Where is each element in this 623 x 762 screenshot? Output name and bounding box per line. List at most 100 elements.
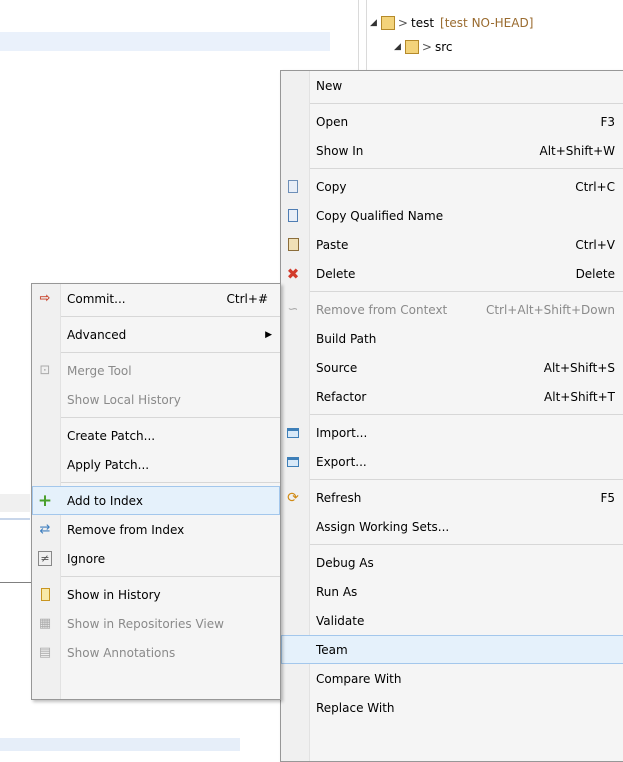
menu-item-label: Commit... [67, 291, 126, 306]
menu-item-team[interactable]: Team [281, 635, 623, 664]
menu-item-label: Import... [316, 425, 368, 440]
menu-item-shortcut: Ctrl+Alt+Shift+Down [485, 302, 615, 317]
menu-item-shortcut: F5 [600, 490, 615, 505]
menu-item-label: Compare With [316, 671, 402, 686]
menu-item-show-in-history[interactable]: Show in History [32, 580, 280, 609]
folder-name: src [434, 40, 453, 54]
menu-item-refresh[interactable]: ⟳ Refresh F5 [281, 483, 623, 512]
remove-from-index-icon: ⇄ [39, 522, 51, 537]
menu-item-compare-with[interactable]: Compare With [281, 664, 623, 693]
menu-item-delete[interactable]: ✖ Delete Delete [281, 259, 623, 288]
menu-item-label: Advanced [67, 327, 127, 342]
annotations-icon: ▤ [38, 645, 52, 660]
menu-item-validate[interactable]: Validate [281, 606, 623, 635]
menu-separator [32, 576, 280, 577]
menu-item-show-in[interactable]: Show In Alt+Shift+W [281, 136, 623, 165]
source-folder-icon [404, 40, 419, 54]
menu-item-build-path[interactable]: Build Path [281, 324, 623, 353]
menu-item-label: Run As [316, 584, 358, 599]
import-icon [285, 425, 301, 441]
tree-item-project[interactable]: ◢ > test [test NO-HEAD] [370, 14, 533, 32]
menu-item-shortcut: Ctrl+V [575, 237, 615, 252]
package-explorer [330, 0, 623, 70]
menu-item-label: Source [316, 360, 358, 375]
menu-item-label: Show in Repositories View [67, 616, 224, 631]
menu-item-label: Build Path [316, 331, 377, 346]
menu-separator [32, 482, 280, 483]
menu-item-label: Replace With [316, 700, 395, 715]
menu-separator [32, 352, 280, 353]
remove-context-icon: ∽ [287, 302, 299, 317]
menu-separator [32, 417, 280, 418]
menu-item-label: Delete [316, 266, 356, 281]
menu-item-assign-working-sets[interactable]: Assign Working Sets... [281, 512, 623, 541]
submenu-arrow-icon: ▶ [265, 329, 272, 340]
menu-item-label: Refresh [316, 490, 362, 505]
menu-item-shortcut: Ctrl+C [575, 179, 615, 194]
menu-item-label: Remove from Context [316, 302, 448, 317]
menu-item-export[interactable]: Export... [281, 447, 623, 476]
menu-item-add-to-index[interactable]: + Add to Index [32, 486, 280, 515]
menu-separator [281, 544, 623, 545]
menu-item-label: Remove from Index [67, 522, 185, 537]
menu-item-open[interactable]: Open F3 [281, 107, 623, 136]
menu-item-source[interactable]: Source Alt+Shift+S [281, 353, 623, 382]
repositories-view-icon: ▦ [38, 616, 52, 631]
menu-item-label: Add to Index [67, 493, 143, 508]
menu-separator [281, 103, 623, 104]
refresh-icon: ⟳ [287, 489, 299, 506]
menu-item-label: Create Patch... [67, 428, 156, 443]
add-to-index-icon: + [37, 490, 53, 511]
menu-item-import[interactable]: Import... [281, 418, 623, 447]
menu-item-shortcut: Alt+Shift+W [539, 143, 616, 158]
menu-item-commit[interactable]: ⇨ Commit... Ctrl+# [32, 284, 280, 313]
menu-item-copy[interactable]: Copy Ctrl+C [281, 172, 623, 201]
menu-item-label: Show Local History [67, 392, 181, 407]
menu-item-show-local-history[interactable]: Show Local History [32, 385, 280, 414]
menu-item-remove-from-context[interactable]: ∽ Remove from Context Ctrl+Alt+Shift+Down [281, 295, 623, 324]
ignore-icon: ≠ [38, 551, 52, 566]
menu-item-label: Team [316, 642, 348, 657]
menu-item-label: Copy Qualified Name [316, 208, 444, 223]
menu-item-show-annotations[interactable]: ▤ Show Annotations [32, 638, 280, 667]
menu-item-new[interactable]: New [281, 71, 623, 100]
merge-tool-icon: ⊡ [39, 363, 51, 378]
menu-separator [32, 316, 280, 317]
menu-item-label: Paste [316, 237, 349, 252]
explorer-guide-line [366, 0, 367, 70]
menu-item-refactor[interactable]: Refactor Alt+Shift+T [281, 382, 623, 411]
menu-item-shortcut: Delete [575, 266, 615, 281]
menu-separator [281, 479, 623, 480]
menu-item-ignore[interactable]: ≠ Ignore [32, 544, 280, 573]
project-icon [380, 16, 395, 30]
menu-item-remove-from-index[interactable]: ⇄ Remove from Index [32, 515, 280, 544]
menu-item-create-patch[interactable]: Create Patch... [32, 421, 280, 450]
menu-item-label: Apply Patch... [67, 457, 150, 472]
tree-item-src[interactable]: ◢ > src [394, 38, 453, 56]
menu-item-label: Assign Working Sets... [316, 519, 450, 534]
copy-icon [285, 179, 301, 195]
context-menu: New Open F3 Show In Alt+Shift+W Copy Ctrl+C Cop… [280, 70, 623, 762]
expanded-arrow-icon[interactable]: ◢ [394, 42, 401, 52]
menu-item-debug-as[interactable]: Debug As [281, 548, 623, 577]
menu-separator [281, 414, 623, 415]
menu-item-apply-patch[interactable]: Apply Patch... [32, 450, 280, 479]
menu-item-shortcut: Alt+Shift+T [544, 389, 615, 404]
menu-item-copy-qualified-name[interactable]: Copy Qualified Name [281, 201, 623, 230]
view-tab-strip [0, 494, 30, 512]
menu-item-label: Show In [316, 143, 364, 158]
menu-item-show-in-repositories-view[interactable]: ▦ Show in Repositories View [32, 609, 280, 638]
menu-separator [281, 291, 623, 292]
menu-item-label: Debug As [316, 555, 374, 570]
view-border [0, 518, 30, 520]
project-decoration: [test NO-HEAD] [440, 16, 534, 30]
menu-item-run-as[interactable]: Run As [281, 577, 623, 606]
menu-item-paste[interactable]: Paste Ctrl+V [281, 230, 623, 259]
project-name: test [410, 16, 435, 30]
expanded-arrow-icon[interactable]: ◢ [370, 18, 377, 28]
menu-item-merge-tool[interactable]: ⊡ Merge Tool [32, 356, 280, 385]
menu-item-shortcut: F3 [600, 114, 615, 129]
menu-item-advanced[interactable]: Advanced ▶ [32, 320, 280, 349]
menu-item-label: Show in History [67, 587, 161, 602]
menu-item-replace-with[interactable]: Replace With [281, 693, 623, 722]
